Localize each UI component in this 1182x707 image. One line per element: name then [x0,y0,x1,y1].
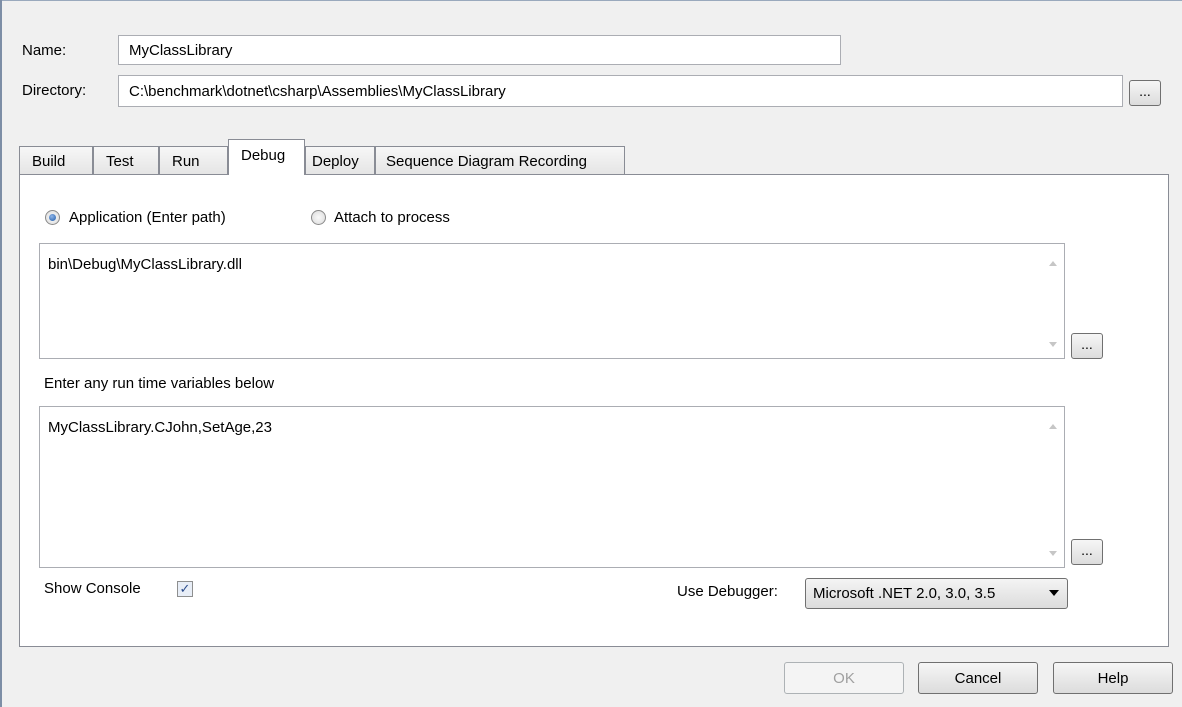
show-console-label: Show Console [44,580,141,597]
tab-run[interactable]: Run [159,146,228,175]
runtime-variables-scrollbar[interactable] [1044,407,1064,567]
ok-button[interactable]: OK [784,662,904,694]
application-path-browse-button[interactable]: ... [1071,333,1103,359]
radio-attach-to-process[interactable] [311,210,326,225]
name-field[interactable]: MyClassLibrary [118,35,841,65]
directory-browse-button[interactable]: ... [1129,80,1161,106]
name-label: Name: [22,42,67,59]
directory-field[interactable]: C:\benchmark\dotnet\csharp\Assemblies\My… [118,75,1123,107]
runtime-variables-browse-button[interactable]: ... [1071,539,1103,565]
window-left-border [0,0,2,707]
radio-attach-label[interactable]: Attach to process [334,209,450,226]
directory-field-value: C:\benchmark\dotnet\csharp\Assemblies\My… [129,82,506,100]
application-path-value: bin\Debug\MyClassLibrary.dll [48,256,242,273]
runtime-variables-value: MyClassLibrary.CJohn,SetAge,23 [48,419,272,436]
tab-sequence-diagram-recording[interactable]: Sequence Diagram Recording [375,146,625,175]
use-debugger-label: Use Debugger: [677,583,778,600]
checkmark-icon: ✓ [179,581,191,596]
chevron-down-icon [1049,590,1059,596]
name-field-value: MyClassLibrary [129,41,233,59]
radio-application-label[interactable]: Application (Enter path) [69,209,226,226]
cancel-button[interactable]: Cancel [918,662,1038,694]
scroll-up-arrow-icon[interactable] [1049,261,1057,266]
runtime-variables-textarea[interactable]: MyClassLibrary.CJohn,SetAge,23 [39,406,1065,568]
help-button[interactable]: Help [1053,662,1173,694]
runtime-variables-label: Enter any run time variables below [44,375,275,392]
debugger-select[interactable]: Microsoft .NET 2.0, 3.0, 3.5 [805,578,1068,609]
scroll-up-arrow-icon[interactable] [1049,424,1057,429]
application-path-textarea[interactable]: bin\Debug\MyClassLibrary.dll [39,243,1065,359]
application-path-scrollbar[interactable] [1044,244,1064,358]
directory-label: Directory: [22,82,87,99]
tab-debug[interactable]: Debug [228,139,305,175]
show-console-checkbox[interactable]: ✓ [177,581,193,597]
debugger-select-value: Microsoft .NET 2.0, 3.0, 3.5 [813,585,996,602]
radio-application[interactable] [45,210,60,225]
tab-build[interactable]: Build [19,146,93,175]
tab-deploy[interactable]: Deploy [305,146,375,175]
scroll-down-arrow-icon[interactable] [1049,342,1057,347]
window-top-border [0,0,1182,1]
scroll-down-arrow-icon[interactable] [1049,551,1057,556]
tab-test[interactable]: Test [93,146,159,175]
